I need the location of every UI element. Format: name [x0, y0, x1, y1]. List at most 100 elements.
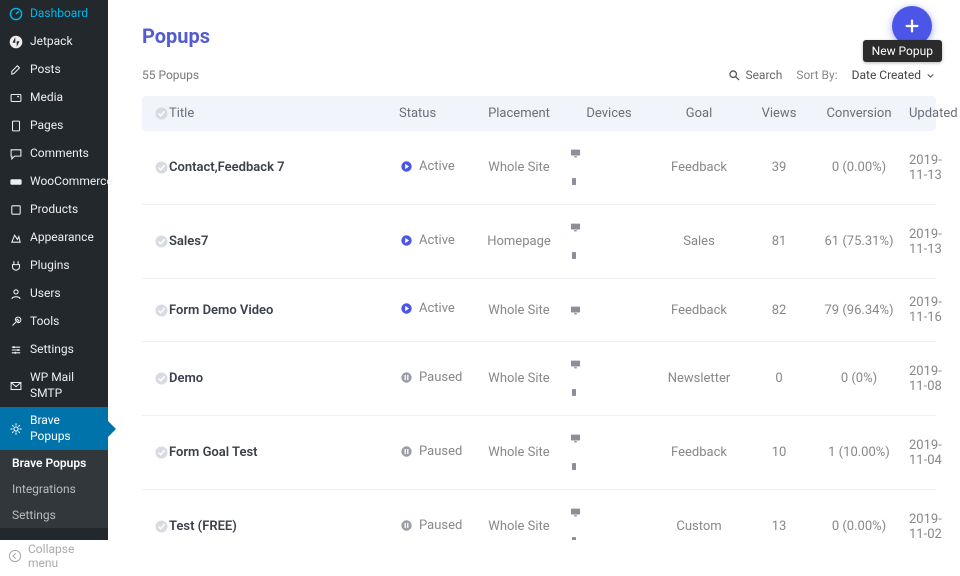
table-row[interactable]: Contact,Feedback 7ActiveWhole SiteFeedba… [142, 131, 936, 205]
header-conversion[interactable]: Conversion [809, 106, 909, 121]
cell-conversion: 61 (75.31%) [809, 234, 909, 249]
table-row[interactable]: DemoPausedWhole SiteNewsletter00 (0%)201… [142, 342, 936, 416]
page-title: Popups [142, 24, 936, 48]
sidebar-item-label: Plugins [30, 258, 70, 274]
sidebar-item-settings[interactable]: Settings [0, 336, 108, 364]
page-icon [8, 118, 24, 134]
header-views[interactable]: Views [749, 106, 809, 121]
table-header: Title Status Placement Devices Goal View… [142, 96, 936, 131]
pin-icon [8, 62, 24, 78]
collapse-icon [8, 549, 22, 563]
check-circle-icon [154, 234, 169, 249]
comments-icon [8, 146, 24, 162]
cell-goal: Sales [649, 234, 749, 249]
desktop-icon [569, 358, 649, 371]
cell-devices [569, 147, 649, 188]
cell-conversion: 0 (0.00%) [809, 519, 909, 534]
header-status[interactable]: Status [399, 106, 469, 121]
sidebar-submenu: Brave Popups Integrations Settings [0, 450, 108, 528]
header-updated[interactable]: Updated [909, 106, 958, 121]
row-select-checkbox[interactable] [154, 234, 169, 249]
search-button[interactable]: Search [728, 68, 782, 82]
sidebar-item-wp-mail-smtp[interactable]: WP Mail SMTP [0, 364, 108, 407]
mobile-icon [569, 386, 649, 399]
row-select-checkbox[interactable] [154, 445, 169, 460]
sidebar-item-products[interactable]: Products [0, 196, 108, 224]
desktop-icon [569, 221, 649, 234]
collapse-menu-button[interactable]: Collapse menu [0, 536, 108, 576]
cell-updated: 2019-11-13 [909, 227, 942, 257]
gear-icon [8, 421, 24, 437]
cell-goal: Feedback [649, 303, 749, 318]
sortby-dropdown[interactable]: Date Created [852, 68, 936, 82]
sortby-label: Sort By: [796, 68, 837, 82]
sidebar-item-pages[interactable]: Pages [0, 112, 108, 140]
row-select-checkbox[interactable] [154, 371, 169, 386]
sidebar-item-label: Pages [30, 118, 63, 134]
search-icon [728, 69, 741, 82]
header-placement[interactable]: Placement [469, 106, 569, 121]
cell-updated: 2019-11-04 [909, 438, 942, 468]
sidebar-item-woocommerce[interactable]: WooCommerce [0, 168, 108, 196]
table-row[interactable]: Test (FREE)PausedWhole SiteCustom130 (0.… [142, 490, 936, 540]
mobile-icon [569, 534, 649, 540]
sidebar-item-plugins[interactable]: Plugins [0, 252, 108, 280]
sidebar-item-brave-popups[interactable]: Brave Popups [0, 407, 108, 450]
table-row[interactable]: Sales7ActiveHomepageSales8161 (75.31%)20… [142, 205, 936, 279]
sidebar-item-posts[interactable]: Posts [0, 56, 108, 84]
cell-title: Form Goal Test [169, 445, 399, 460]
cell-status: Active [399, 159, 469, 177]
row-select-checkbox[interactable] [154, 519, 169, 534]
sidebar-item-label: Jetpack [30, 34, 73, 50]
sidebar-item-comments[interactable]: Comments [0, 140, 108, 168]
sidebar-item-label: Brave Popups [30, 413, 100, 444]
submenu-item-brave-popups[interactable]: Brave Popups [0, 450, 108, 476]
cell-status: Active [399, 301, 469, 319]
cell-devices [569, 304, 649, 317]
table-row[interactable]: Form Goal TestPausedWhole SiteFeedback10… [142, 416, 936, 490]
cell-status: Paused [399, 370, 469, 388]
play-circle-icon [399, 159, 413, 173]
sidebar-item-jetpack[interactable]: Jetpack [0, 28, 108, 56]
check-circle-icon [154, 106, 169, 121]
header-title[interactable]: Title [169, 106, 399, 121]
sidebar-item-label: Settings [30, 342, 74, 358]
cell-conversion: 1 (10.00%) [809, 445, 909, 460]
cell-status: Paused [399, 444, 469, 462]
sidebar-item-label: WP Mail SMTP [30, 370, 100, 401]
cell-title: Contact,Feedback 7 [169, 160, 399, 175]
cell-updated: 2019-11-08 [909, 364, 942, 394]
row-select-checkbox[interactable] [154, 303, 169, 318]
chevron-down-icon [925, 70, 936, 81]
table-row[interactable]: Form Demo VideoActiveWhole SiteFeedback8… [142, 279, 936, 342]
cell-title: Sales7 [169, 234, 399, 249]
sidebar-item-dashboard[interactable]: Dashboard [0, 0, 108, 28]
submenu-item-integrations[interactable]: Integrations [0, 476, 108, 502]
sidebar-item-tools[interactable]: Tools [0, 308, 108, 336]
sidebar-item-appearance[interactable]: Appearance [0, 224, 108, 252]
check-circle-icon [154, 160, 169, 175]
settings-icon [8, 342, 24, 358]
pause-circle-icon [399, 518, 413, 532]
header-devices[interactable]: Devices [569, 106, 649, 121]
cell-views: 82 [749, 303, 809, 318]
header-goal[interactable]: Goal [649, 106, 749, 121]
cell-views: 13 [749, 519, 809, 534]
row-select-checkbox[interactable] [154, 160, 169, 175]
cell-placement: Whole Site [469, 445, 569, 460]
admin-sidebar: Dashboard Jetpack PostsMedia Pages Comments… [0, 0, 108, 540]
appearance-icon [8, 230, 24, 246]
sidebar-item-users[interactable]: Users [0, 280, 108, 308]
cell-conversion: 0 (0%) [809, 371, 909, 386]
new-popup-tooltip: New Popup [863, 40, 942, 62]
mobile-icon [569, 460, 649, 473]
cell-devices [569, 432, 649, 473]
pause-circle-icon [399, 370, 413, 384]
cell-updated: 2019-11-13 [909, 153, 942, 183]
sidebar-item-media[interactable]: Media [0, 84, 108, 112]
search-label: Search [745, 68, 782, 82]
cell-conversion: 0 (0.00%) [809, 160, 909, 175]
select-all-checkbox[interactable] [154, 106, 169, 121]
submenu-item-settings[interactable]: Settings [0, 502, 108, 528]
cell-status: Paused [399, 518, 469, 536]
